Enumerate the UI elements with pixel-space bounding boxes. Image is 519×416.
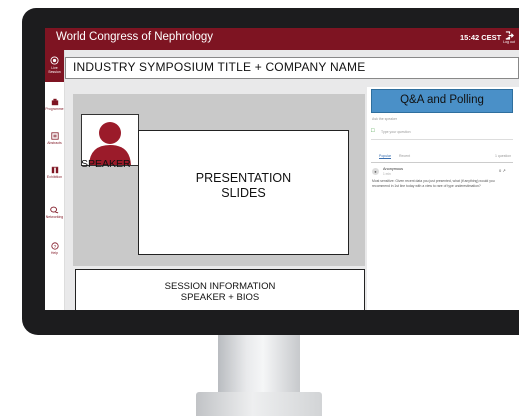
sidebar-item-label: Abstracts [47,141,62,145]
screen: World Congress of Nephrology 15:42 CEST … [45,28,519,310]
app-title: World Congress of Nephrology [56,31,214,43]
programme-icon [51,98,58,106]
sidebar-item-label: Networking [45,215,64,219]
session-title: INDUSTRY SYMPOSIUM TITLE + COMPANY NAME [73,60,366,74]
avatar-icon: ● [372,168,379,175]
abstracts-icon [50,132,59,140]
tab-recent[interactable]: Recent [399,154,410,158]
qa-tabs: Popular Recent 1 question [371,154,513,163]
upvote-button[interactable]: 0 ↗ [499,168,506,173]
qa-title: Q&A and Polling [400,94,484,106]
sidebar-item-label: Help [50,251,59,255]
sidebar-item-networking[interactable]: Networking [45,206,64,219]
upvote-count: 0 [499,168,502,173]
session-info-box: SESSION INFORMATION SPEAKER + BIOS [75,269,365,310]
sidebar-item-programme[interactable]: Programme [45,98,64,111]
sidebar-item-label: Exhibition [46,175,63,179]
slides-label-line2: SLIDES [221,186,266,200]
sidebar-item-help[interactable]: ? Help [45,242,64,255]
question-text: Most sensitive: Given recent data you ju… [372,179,495,188]
svg-text:?: ? [53,244,56,250]
logout-button[interactable]: Log out [500,29,518,49]
question-author: Anonymous [383,167,404,171]
qa-panel: Q&A and Polling Ask the speaker □ Type y… [367,87,519,310]
sidebar-item-label: Live Session [48,66,61,74]
monitor-stand-base [196,392,322,416]
speaker-label: SPEAKER [81,158,131,170]
sidebar: Live Session Programme Abstracts Exhibit… [45,50,65,310]
session-title-bar: INDUSTRY SYMPOSIUM TITLE + COMPANY NAME [65,57,519,79]
sidebar-item-live-session[interactable]: Live Session [45,50,64,82]
upvote-icon: ↗ [502,168,506,173]
logout-label: Log out [503,40,515,44]
sidebar-item-abstracts[interactable]: Abstracts [45,132,64,145]
video-player[interactable]: SPEAKER PRESENTATION SLIDES [73,94,365,266]
live-session-icon [50,56,59,65]
tab-popular[interactable]: Popular [379,154,392,159]
slides-label-line1: PRESENTATION [195,171,292,185]
sidebar-item-label: Programme [45,107,64,111]
session-info-line2: SPEAKER + BIOS [180,292,260,303]
question-time: 1 min [383,172,391,176]
monitor-stand-neck [218,335,300,393]
chat-icon: □ [371,128,375,134]
help-icon: ? [50,242,59,250]
top-bar: World Congress of Nephrology 15:42 CEST … [45,28,519,50]
presentation-slides: PRESENTATION SLIDES [138,130,349,255]
chat-bubbles-icon [50,206,59,214]
clock: 15:42 CEST [460,33,502,42]
qa-section-label: Ask the speaker [372,117,398,121]
exhibition-icon [51,166,58,174]
question-item: ● Anonymous 1 min 0 ↗ Most sensitive: Gi… [371,167,513,199]
logout-icon [505,31,514,40]
sidebar-item-exhibition[interactable]: Exhibition [45,166,64,179]
qa-header: Q&A and Polling [371,89,513,113]
session-info-line1: SESSION INFORMATION [164,281,276,292]
question-count: 1 question [495,154,512,158]
question-input[interactable]: □ Type your question [371,127,513,140]
question-input-placeholder: Type your question [381,130,411,134]
